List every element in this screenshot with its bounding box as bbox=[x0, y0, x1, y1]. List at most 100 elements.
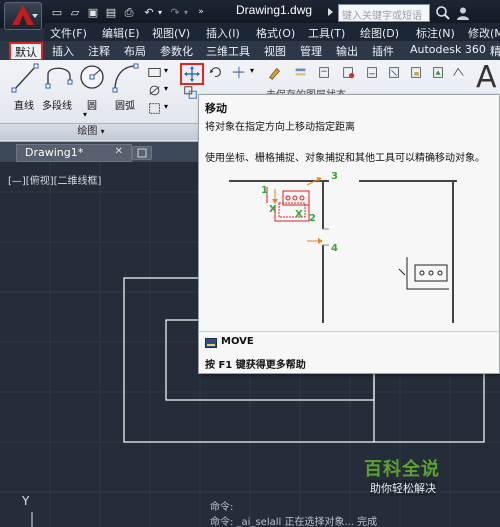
document-title: Drawing1.dwg bbox=[236, 3, 313, 17]
tooltip-detail: 使用坐标、栅格捕捉、对象捕捉和其他工具可以精确移动对象。 bbox=[205, 153, 485, 164]
circle-icon bbox=[80, 65, 104, 89]
tab-default[interactable]: 默认 bbox=[9, 42, 43, 61]
tab-plugins[interactable]: 插件 bbox=[372, 43, 394, 59]
chevron-down-icon bbox=[32, 14, 38, 18]
tab-manage[interactable]: 管理 bbox=[300, 43, 322, 59]
new-file-icon[interactable]: ▭ bbox=[50, 6, 64, 19]
step-number-2: 2 bbox=[309, 213, 316, 224]
text-tool-icon[interactable]: A bbox=[476, 60, 497, 95]
copy-icon[interactable] bbox=[182, 84, 199, 101]
tooltip-command-name: MOVE bbox=[221, 336, 254, 347]
move-button[interactable] bbox=[180, 63, 204, 85]
circle-label: 圆 bbox=[87, 101, 97, 112]
user-icon[interactable] bbox=[456, 6, 470, 20]
tab-annotate[interactable]: 注释 bbox=[88, 43, 110, 59]
draw-panel-title[interactable]: 绘图 ▾ bbox=[0, 123, 182, 140]
rectangle-icon[interactable] bbox=[146, 64, 163, 81]
hatch-icon[interactable] bbox=[146, 82, 163, 99]
polyline-tool[interactable]: 多段线 bbox=[42, 62, 78, 112]
svg-text:X: X bbox=[295, 209, 303, 220]
more-tools-icon[interactable]: » bbox=[194, 6, 208, 19]
arc-tool[interactable]: 圆弧 bbox=[110, 62, 140, 112]
line-label: 直线 bbox=[14, 101, 34, 112]
watermark-subtitle: 助你轻松解决 bbox=[370, 480, 436, 496]
tab-parametric[interactable]: 参数化 bbox=[160, 43, 193, 59]
tooltip-help-hint: 按 F1 键获得更多帮助 bbox=[205, 360, 306, 371]
document-tab[interactable]: Drawing1* ✕ bbox=[16, 144, 132, 162]
hatch-dropdown-icon[interactable]: ▾ bbox=[164, 84, 168, 93]
arc-icon bbox=[112, 63, 139, 93]
redo-dropdown-icon[interactable]: ▾ bbox=[182, 6, 190, 19]
command-icon bbox=[205, 338, 217, 348]
new-drawing-icon bbox=[137, 148, 147, 158]
svg-text:X: X bbox=[269, 204, 277, 215]
viewport-controls[interactable]: [—][俯视][二维线框] bbox=[8, 172, 101, 187]
step-number-3: 3 bbox=[331, 171, 338, 182]
menu-edit[interactable]: 编辑(E) bbox=[102, 25, 140, 41]
layer-states-icon[interactable] bbox=[316, 64, 333, 81]
arc-label: 圆弧 bbox=[115, 101, 135, 112]
menu-file[interactable]: 文件(F) bbox=[50, 25, 87, 41]
step-number-4: 4 bbox=[331, 243, 338, 254]
search-expand-icon[interactable] bbox=[328, 8, 333, 16]
print-icon[interactable]: ⎙ bbox=[122, 6, 136, 19]
gradient-icon[interactable] bbox=[146, 100, 163, 117]
open-folder-icon[interactable]: ▱ bbox=[68, 6, 82, 19]
tab-insert[interactable]: 插入 bbox=[52, 43, 74, 59]
move-illustration: X X 1 2 3 4 bbox=[229, 171, 457, 323]
gradient-dropdown-icon[interactable]: ▾ bbox=[164, 102, 168, 111]
tooltip-divider bbox=[199, 331, 499, 332]
line-tool[interactable]: 直线 bbox=[10, 62, 40, 112]
move-tooltip: 移动 将对象在指定方向上移动指定距离 使用坐标、栅格捕捉、对象捕捉和其他工具可以… bbox=[198, 94, 500, 374]
menu-view[interactable]: 视图(V) bbox=[152, 25, 190, 41]
circle-dropdown-icon[interactable]: ▾ bbox=[83, 110, 87, 119]
layer-match-icon[interactable] bbox=[430, 64, 447, 81]
menu-draw[interactable]: 绘图(D) bbox=[360, 25, 399, 41]
undo-dropdown-icon[interactable]: ▾ bbox=[156, 6, 164, 19]
close-icon[interactable]: ✕ bbox=[115, 146, 123, 157]
watermark: 百科全说 助你轻松解决 bbox=[344, 455, 462, 501]
menu-tools[interactable]: 工具(T) bbox=[308, 25, 345, 41]
trim-dropdown-icon[interactable]: ▾ bbox=[250, 66, 254, 75]
trim-icon[interactable] bbox=[230, 64, 247, 81]
tab-3d-tools[interactable]: 三维工具 bbox=[206, 43, 250, 59]
step-number-1: 1 bbox=[261, 185, 268, 196]
tab-layout[interactable]: 布局 bbox=[124, 43, 146, 59]
menu-modify[interactable]: 修改(M bbox=[468, 25, 500, 41]
menu-bar: 文件(F) 编辑(E) 视图(V) 插入(I) 格式(O) 工具(T) 绘图(D… bbox=[44, 23, 500, 41]
layer-lock-icon[interactable] bbox=[408, 64, 425, 81]
layer-off-icon[interactable] bbox=[386, 64, 403, 81]
command-line-2: 命令: _ai_selall 正在选择对象... 完成 bbox=[210, 517, 378, 527]
application-menu-button[interactable] bbox=[4, 2, 42, 30]
save-icon[interactable]: ▣ bbox=[86, 6, 100, 19]
layer-isolate-icon[interactable] bbox=[340, 64, 357, 81]
tab-output[interactable]: 输出 bbox=[336, 43, 358, 59]
match-properties-icon[interactable] bbox=[266, 64, 283, 81]
layer-properties-icon[interactable] bbox=[292, 64, 309, 81]
polyline-label: 多段线 bbox=[42, 101, 72, 112]
tab-featured[interactable]: 精 bbox=[490, 43, 500, 59]
tab-autodesk-360[interactable]: Autodesk 360 bbox=[410, 43, 486, 56]
menu-format[interactable]: 格式(O) bbox=[256, 25, 295, 41]
search-icon[interactable] bbox=[435, 5, 451, 21]
menu-insert[interactable]: 插入(I) bbox=[206, 25, 240, 41]
layer-unisolate-icon[interactable] bbox=[450, 64, 467, 81]
polyline-icon bbox=[45, 67, 73, 89]
tab-view[interactable]: 视图 bbox=[264, 43, 286, 59]
search-input[interactable]: 键入关键字或短语 bbox=[338, 4, 430, 22]
ucs-y-axis-label: Y bbox=[22, 494, 30, 508]
tooltip-title: 移动 bbox=[205, 102, 227, 115]
layer-freeze-icon[interactable] bbox=[364, 64, 381, 81]
move-icon bbox=[184, 66, 200, 82]
new-tab-button[interactable] bbox=[132, 146, 152, 160]
ribbon-tab-bar: 默认 插入 注释 布局 参数化 三维工具 视图 管理 输出 插件 Autodes… bbox=[0, 41, 500, 61]
circle-tool[interactable]: 圆 ▾ bbox=[78, 62, 106, 119]
panel-expand-icon: ▾ bbox=[100, 127, 105, 136]
redo-icon[interactable]: ↷ bbox=[168, 6, 182, 19]
command-history: 命令: 命令: _ai_selall 正在选择对象... 完成 bbox=[210, 498, 500, 527]
undo-icon[interactable]: ↶ bbox=[142, 6, 156, 19]
menu-dimension[interactable]: 标注(N) bbox=[416, 25, 455, 41]
rotate-icon[interactable] bbox=[207, 64, 224, 81]
rectangle-dropdown-icon[interactable]: ▾ bbox=[164, 66, 168, 75]
save-as-icon[interactable]: ▤ bbox=[104, 6, 118, 19]
